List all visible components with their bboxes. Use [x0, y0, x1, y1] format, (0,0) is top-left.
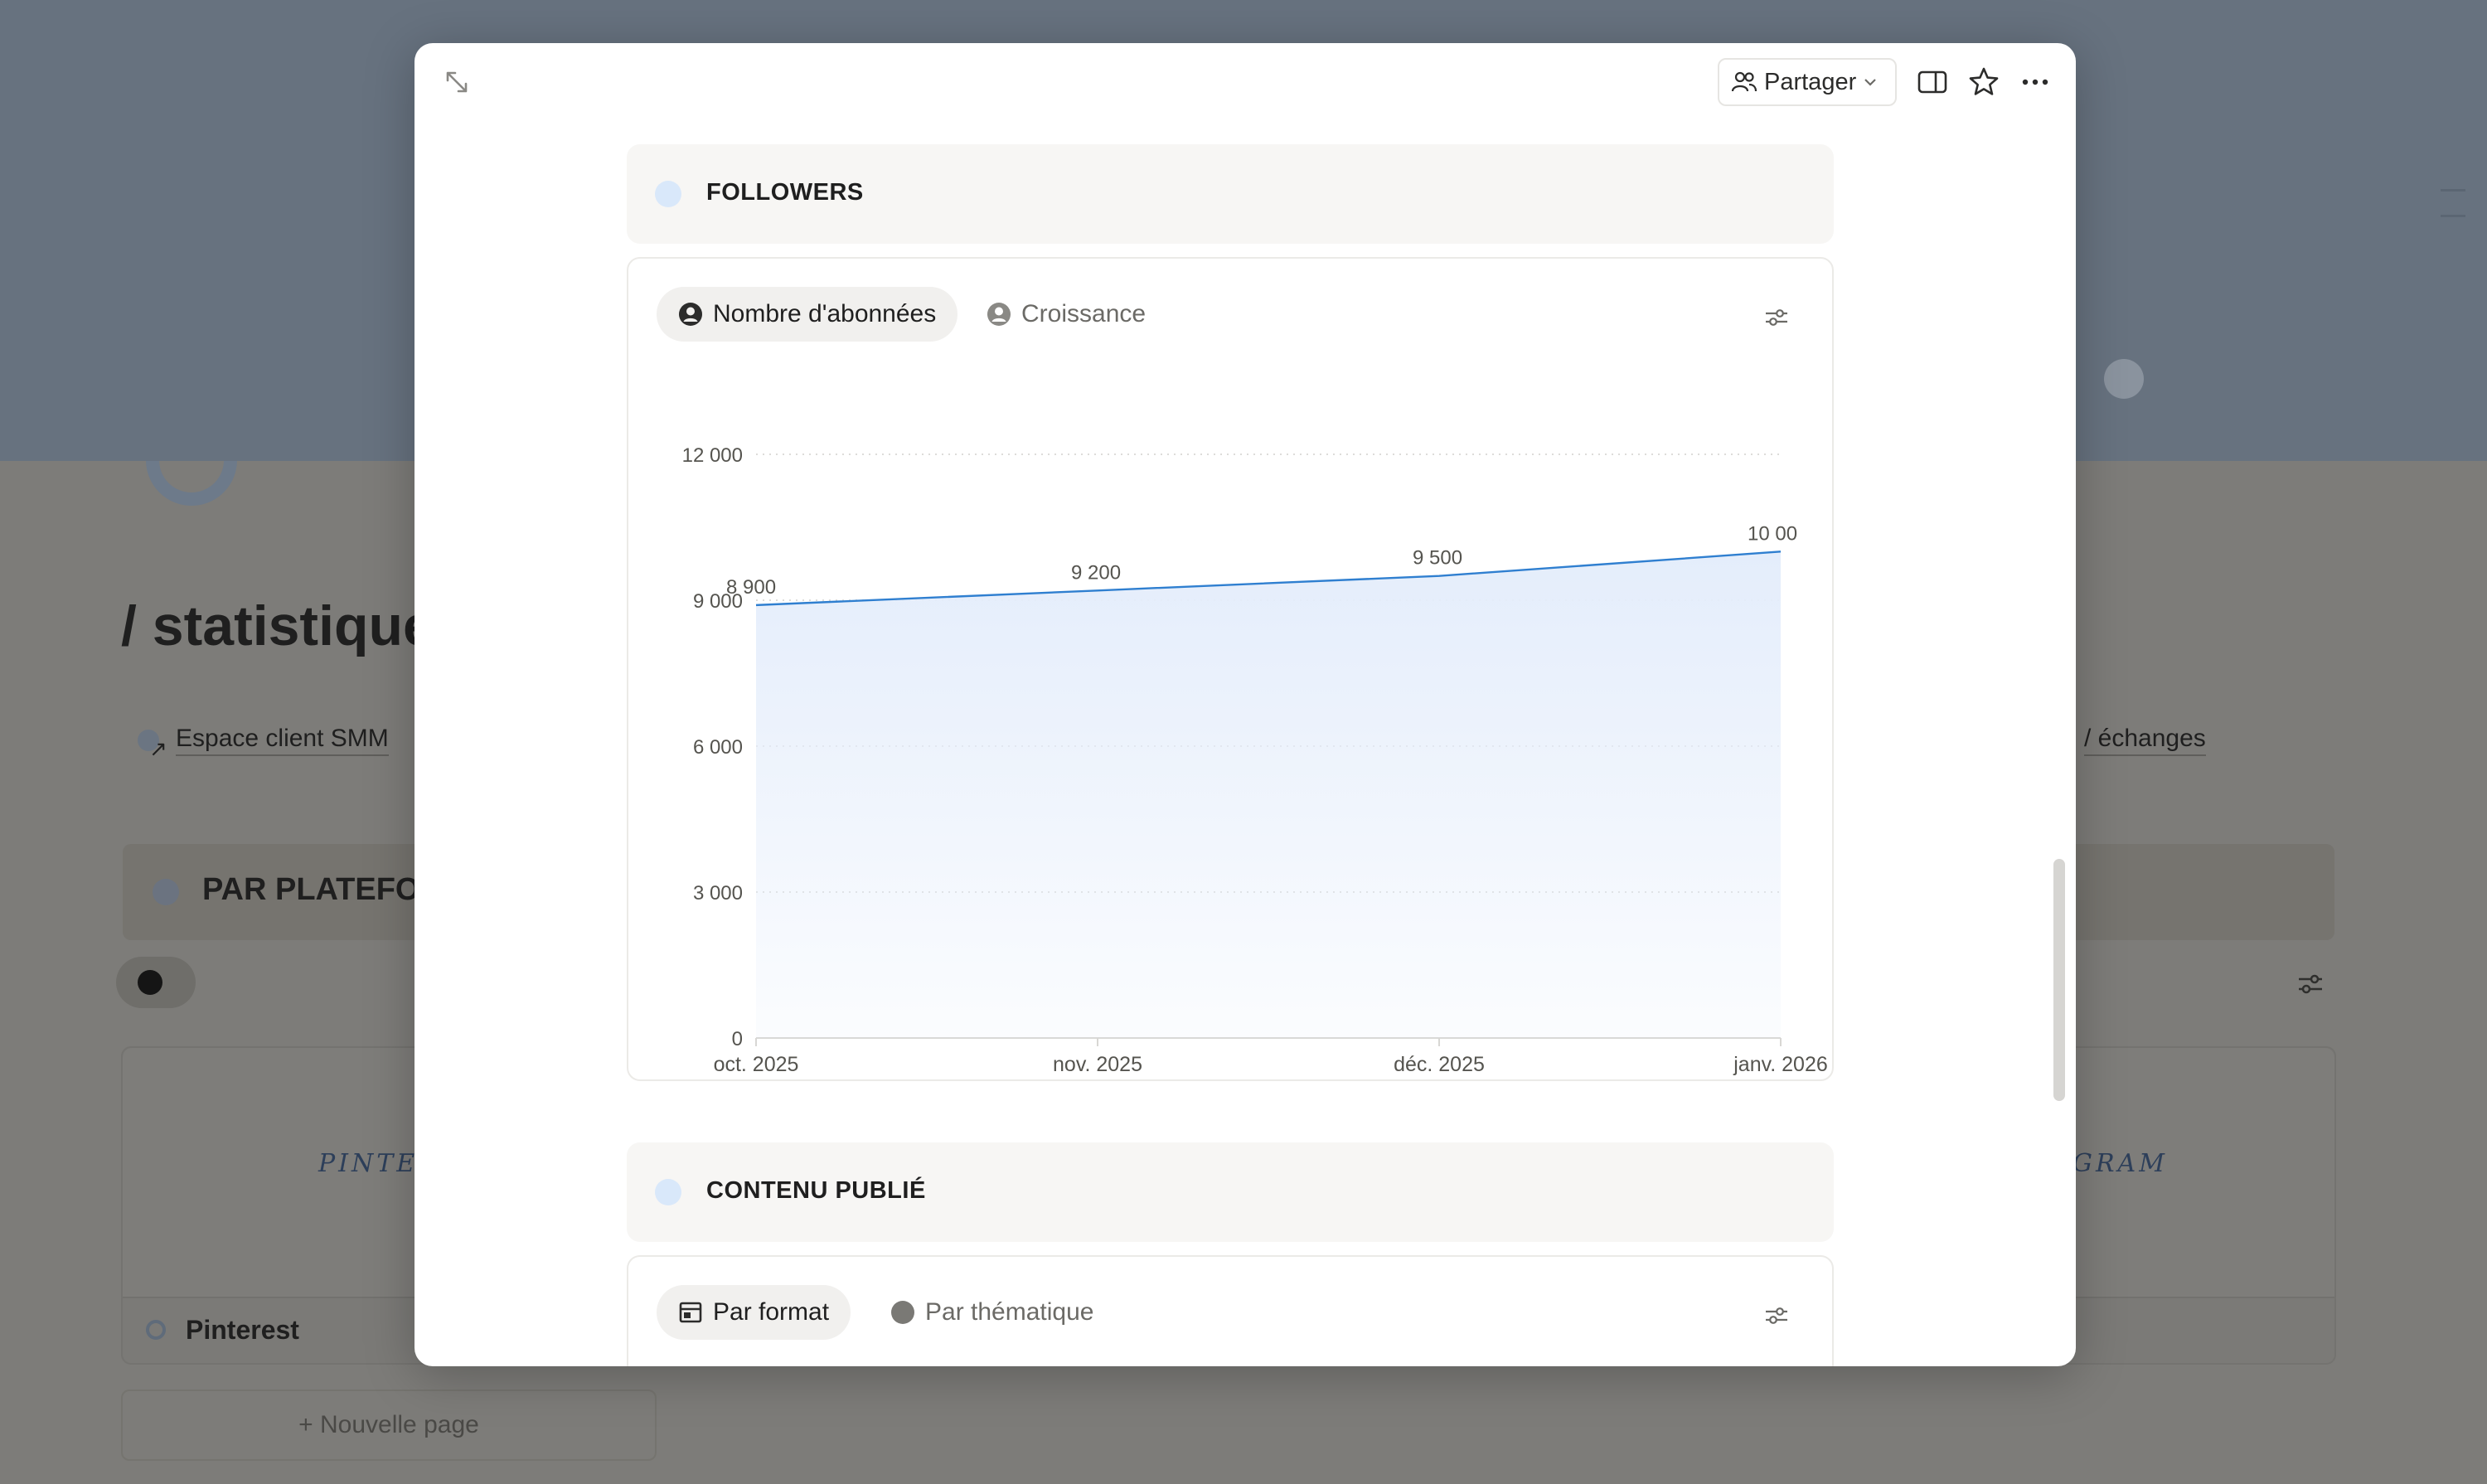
tab-label: Par thématique	[925, 1298, 1094, 1326]
page-peek-modal: Partager FOLLOWERS Nombre d'abonnées Cro…	[414, 43, 2076, 1366]
chevron-down-icon	[1864, 79, 1877, 86]
page-title: / statistique	[121, 594, 434, 657]
outline-icon	[2441, 189, 2465, 217]
expand-icon[interactable]	[443, 68, 471, 96]
followers-area-chart: 03 0006 0009 00012 0008 900oct. 20259 20…	[682, 444, 1828, 1076]
card-status-icon	[146, 1320, 166, 1340]
card-title: Pinterest	[186, 1315, 299, 1345]
link-arrow-icon: ↗	[149, 736, 167, 761]
share-label: Partager	[1764, 68, 1857, 95]
tab-label: Par format	[713, 1298, 830, 1326]
section-header-contenu: CONTENU PUBLIÉ	[627, 1142, 1834, 1242]
x-tick-label: déc. 2025	[1394, 1053, 1485, 1076]
section-dot	[655, 1179, 681, 1205]
y-tick-label: 12 000	[682, 444, 743, 467]
y-tick-label: 3 000	[693, 882, 743, 904]
tab-par-format[interactable]: Par format	[657, 1285, 851, 1340]
user-circle-icon	[987, 303, 1011, 326]
data-label: 8 900	[726, 576, 776, 599]
modal-scrollbar[interactable]	[2053, 859, 2065, 1101]
y-tick-label: 6 000	[693, 736, 743, 759]
card-cover-text: GRAM	[2072, 1149, 2168, 1178]
section-title-followers: FOLLOWERS	[706, 179, 864, 206]
area-fill	[756, 551, 1781, 1038]
view-tab-icon	[138, 970, 162, 995]
x-tick-label: nov. 2025	[1053, 1053, 1142, 1076]
content-chart-card: Par format Par thématique	[627, 1255, 1834, 1366]
share-button[interactable]: Partager	[1718, 58, 1897, 106]
layout-icon	[679, 1302, 702, 1323]
side-panel-icon[interactable]	[1915, 65, 1950, 99]
chart-settings-icon[interactable]	[1764, 305, 1789, 330]
chart-settings-icon[interactable]	[1764, 1303, 1789, 1328]
cover-decoration	[2104, 359, 2144, 399]
people-icon	[1731, 71, 1757, 92]
user-circle-icon	[679, 303, 702, 326]
x-tick-label: oct. 2025	[714, 1053, 799, 1076]
tab-label: Croissance	[1021, 300, 1147, 327]
more-options-icon[interactable]	[2018, 65, 2053, 99]
tab-par-thematique[interactable]: Par thématique	[869, 1285, 1115, 1340]
link-espace-client[interactable]: Espace client SMM	[176, 723, 389, 756]
section-title-contenu: CONTENU PUBLIÉ	[706, 1177, 926, 1204]
data-label: 9 500	[1413, 547, 1462, 570]
x-tick-label: janv. 2026	[1733, 1053, 1828, 1076]
link-echanges[interactable]: / échanges	[2084, 723, 2206, 756]
circle-icon	[891, 1301, 914, 1324]
settings-sliders-icon[interactable]	[2296, 972, 2325, 997]
section-dot	[153, 879, 179, 905]
star-icon[interactable]	[1966, 65, 2001, 99]
tab-label: Nombre d'abonnées	[713, 300, 937, 327]
y-tick-label: 0	[732, 1028, 743, 1050]
section-header-followers: FOLLOWERS	[627, 144, 1834, 244]
new-page-button[interactable]: + Nouvelle page	[121, 1389, 657, 1461]
data-label: 9 200	[1071, 561, 1121, 584]
section-title-platform: PAR PLATEFOR	[202, 872, 443, 907]
data-label: 10 00	[1748, 522, 1797, 545]
followers-chart-card: Nombre d'abonnées Croissance 0 3 000 6 0…	[627, 257, 1834, 1081]
section-dot	[655, 181, 681, 207]
